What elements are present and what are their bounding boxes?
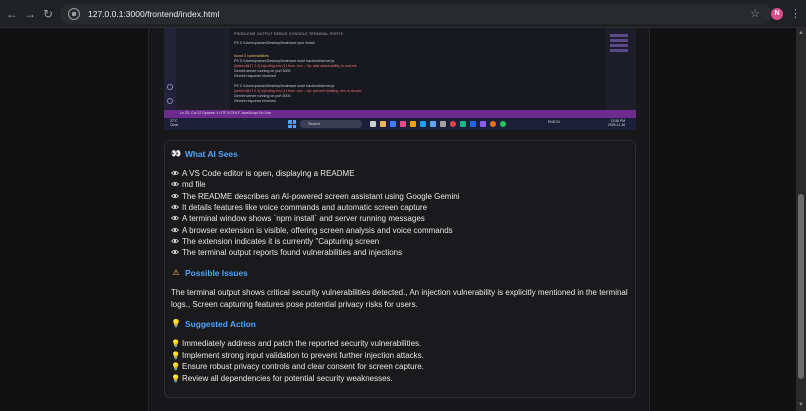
clock-date: 2025-11-16 (608, 123, 626, 127)
profile-avatar[interactable]: N (771, 8, 783, 20)
what-ai-sees-heading: What AI Sees (185, 149, 238, 159)
eye-icon (171, 227, 179, 233)
terminal-line: PS C:\Users\pranav\Desktop\lmoimaxe node… (234, 59, 335, 63)
vscode-icon (470, 121, 476, 127)
terminal-line: Gemini response received (234, 74, 276, 78)
lightbulb-icon: 💡 (171, 319, 181, 328)
page-scrollbar[interactable]: ▲ ▼ (796, 28, 806, 411)
app-icon (430, 121, 436, 127)
eye-icon (171, 249, 179, 255)
site-info-icon[interactable] (68, 8, 80, 20)
taskbar-search: Search (300, 120, 362, 128)
bookmark-star-icon[interactable]: ☆ (750, 7, 760, 21)
back-arrow-icon[interactable]: ← (4, 6, 20, 22)
menu-dots-icon[interactable]: ⋮ (790, 6, 801, 22)
eye-icon (171, 215, 179, 221)
terminal-line: PS C:\Users\pranav\Desktop\lmoimaxe npm … (234, 41, 315, 45)
app-icon (500, 121, 506, 127)
task-view-icon (370, 121, 376, 127)
list-item: The README describes an AI-powered scree… (171, 191, 459, 202)
windows-taskbar: 27°C Clear Search ENG IN 11:58 PM 2025-1… (164, 118, 636, 130)
lightbulb-icon: 💡 (171, 339, 181, 348)
app-icon (490, 121, 496, 127)
list-item: md file (171, 179, 206, 190)
eye-icon (171, 193, 179, 199)
terminal-line: found 0 vulnerabilities (234, 54, 269, 58)
lightbulb-icon: 💡 (171, 350, 181, 360)
list-item: 💡 Ensure robust privacy controls and clea… (171, 361, 424, 372)
lightbulb-icon: 💡 (171, 362, 181, 371)
list-item-text: The terminal output reports found vulner… (182, 248, 403, 258)
vscode-activity-bar (164, 28, 176, 118)
terminal-line: Gemini response received (234, 99, 276, 103)
eye-icon (171, 204, 179, 210)
eye-icon (171, 238, 179, 244)
list-item-text: Ensure robust privacy controls and clear… (182, 362, 424, 371)
status-text: Ln 22, Col 12 Spaces: 4 UTF-8 CRLF JavaS… (180, 111, 272, 115)
chrome-icon (450, 121, 456, 127)
address-bar[interactable]: 127.0.0.1:3000/frontend/index.html ☆ (60, 4, 772, 24)
list-item: A browser extension is visible, offering… (171, 225, 453, 236)
list-item: 💡 Immediately address and patch the repor… (171, 338, 421, 349)
eyes-icon: 👀 (171, 149, 181, 158)
app-icon (440, 121, 446, 127)
edge-icon (390, 121, 396, 127)
list-item: It details features like voice commands … (171, 202, 427, 213)
weather-desc: Clear (170, 123, 179, 127)
browser-toolbar: ← → ↻ 127.0.0.1:3000/frontend/index.html… (0, 0, 806, 28)
windows-start-icon (288, 120, 296, 128)
reload-icon[interactable]: ↻ (40, 6, 56, 22)
list-item-text: The extension indicates it is currently … (182, 236, 380, 246)
terminal-line: Gemini server running on port 3000 (234, 94, 291, 98)
list-item-text: A terminal window shows `npm install` an… (182, 214, 425, 224)
scroll-up-arrow-icon[interactable]: ▲ (798, 30, 804, 36)
vscode-terminal: PROBLEMS OUTPUT DEBUG CONSOLE TERMINAL P… (230, 28, 606, 110)
list-item: 💡 Review all dependencies for potential s… (171, 373, 393, 384)
url-text[interactable]: 127.0.0.1:3000/frontend/index.html (88, 7, 219, 21)
terminal-instances-list (610, 34, 628, 58)
scrollbar-thumb[interactable] (798, 194, 804, 379)
list-item-text: It details features like voice commands … (182, 202, 428, 212)
list-item: A VS Code editor is open, displaying a R… (171, 168, 355, 179)
weather-widget: 27°C Clear (170, 119, 178, 127)
eye-icon (171, 170, 179, 176)
system-tray: ENG IN (548, 120, 560, 124)
possible-issues-text: The terminal output shows critical secur… (171, 288, 628, 309)
terminal-line: [dotenv@17.2.1] injecting env (1) from .… (234, 64, 357, 68)
list-item: The terminal output reports found vulner… (171, 247, 402, 258)
forward-arrow-icon[interactable]: → (22, 6, 38, 22)
taskbar-clock: 11:58 PM 2025-11-16 (608, 119, 625, 127)
app-icon (480, 121, 486, 127)
terminal-line: Gemini server running on port 3000 (234, 69, 291, 73)
terminal-line: [dotenv@17.2.1] injecting env (1) from .… (234, 89, 362, 93)
terminal-tabs: PROBLEMS OUTPUT DEBUG CONSOLE TERMINAL P… (234, 32, 344, 36)
vscode-status-bar: Ln 22, Col 12 Spaces: 4 UTF-8 CRLF JavaS… (164, 110, 636, 118)
list-item-text: A VS Code editor is open, displaying a R… (182, 169, 355, 178)
account-icon (167, 84, 173, 90)
list-item: 💡 Implement strong input validation to pr… (171, 350, 424, 361)
list-item-text: Implement strong input validation to pre… (182, 350, 424, 360)
file-explorer-icon (380, 121, 386, 127)
list-item-text: md file (182, 180, 206, 190)
list-item-text: A browser extension is visible, offering… (182, 225, 453, 235)
captured-screenshot: PROBLEMS OUTPUT DEBUG CONSOLE TERMINAL P… (164, 28, 636, 130)
terminal-line: PS C:\Users\pranav\Desktop\lmoimaxe node… (234, 84, 335, 88)
list-item-text: The README describes an AI-powered scree… (182, 191, 460, 201)
possible-issues-heading: Possible Issues (185, 268, 248, 278)
list-item: A terminal window shows `npm install` an… (171, 213, 425, 224)
settings-gear-icon (167, 98, 173, 104)
app-icon (420, 121, 426, 127)
app-icon (410, 121, 416, 127)
warning-icon: ⚠ (172, 268, 180, 277)
scroll-down-arrow-icon[interactable]: ▼ (798, 402, 804, 408)
suggested-action-heading: Suggested Action (185, 319, 256, 329)
app-icon (400, 121, 406, 127)
lightbulb-icon: 💡 (171, 373, 181, 383)
eye-icon (171, 181, 179, 187)
list-item-text: Review all dependencies for potential se… (182, 373, 393, 383)
app-icon (460, 121, 466, 127)
list-item: The extension indicates it is currently … (171, 236, 379, 247)
list-item-text: Immediately address and patch the report… (182, 339, 422, 348)
